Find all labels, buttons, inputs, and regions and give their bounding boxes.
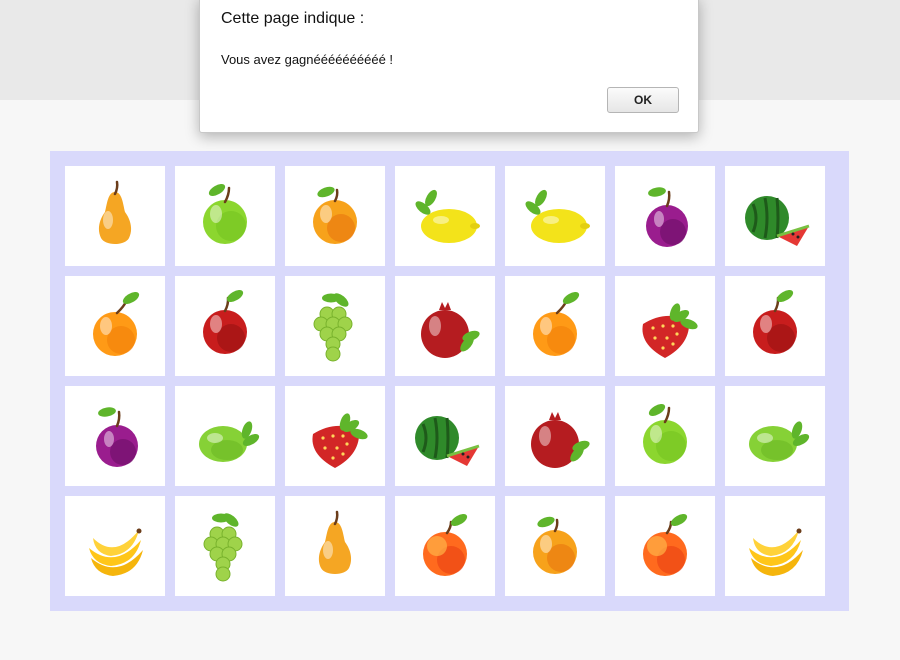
- green-apple-icon: [625, 394, 705, 479]
- apricot-icon: [515, 504, 595, 589]
- banana-icon: [75, 504, 155, 589]
- green-apple-icon: [185, 174, 265, 259]
- game-card[interactable]: [65, 496, 165, 596]
- game-card[interactable]: [395, 386, 495, 486]
- watermelon-icon: [735, 174, 815, 259]
- dialog-message: Vous avez gagnéééééééééé !: [221, 52, 394, 67]
- peach-icon: [625, 504, 705, 589]
- lemon-icon: [515, 174, 595, 259]
- game-card[interactable]: [175, 276, 275, 376]
- red-apple-icon: [185, 284, 265, 369]
- game-card[interactable]: [505, 496, 605, 596]
- game-card[interactable]: [725, 386, 825, 486]
- game-card[interactable]: [725, 276, 825, 376]
- ok-button[interactable]: OK: [607, 87, 679, 113]
- orange-icon: [515, 284, 595, 369]
- banana-icon: [735, 504, 815, 589]
- game-card[interactable]: [65, 276, 165, 376]
- game-card[interactable]: [285, 276, 385, 376]
- orange-icon: [75, 284, 155, 369]
- alert-dialog: Cette page indique : Vous avez gagnééééé…: [199, 0, 699, 133]
- pomegranate-icon: [405, 284, 485, 369]
- game-card[interactable]: [175, 166, 275, 266]
- game-card[interactable]: [285, 496, 385, 596]
- lime-icon: [185, 394, 265, 479]
- game-card[interactable]: [615, 166, 715, 266]
- game-card[interactable]: [615, 496, 715, 596]
- strawberry-icon: [295, 394, 375, 479]
- plum-icon: [75, 394, 155, 479]
- watermelon-icon: [405, 394, 485, 479]
- game-card[interactable]: [505, 166, 605, 266]
- game-card[interactable]: [285, 166, 385, 266]
- game-card[interactable]: [725, 166, 825, 266]
- peach-icon: [405, 504, 485, 589]
- grapes-icon: [185, 504, 265, 589]
- apricot-icon: [295, 174, 375, 259]
- plum-icon: [625, 174, 705, 259]
- pear-icon: [75, 174, 155, 259]
- game-card[interactable]: [395, 166, 495, 266]
- lemon-icon: [405, 174, 485, 259]
- game-card[interactable]: [725, 496, 825, 596]
- game-card[interactable]: [175, 386, 275, 486]
- game-card[interactable]: [615, 386, 715, 486]
- game-card[interactable]: [395, 276, 495, 376]
- lime-icon: [735, 394, 815, 479]
- red-apple-icon: [735, 284, 815, 369]
- strawberry-icon: [625, 284, 705, 369]
- pomegranate-icon: [515, 394, 595, 479]
- game-card[interactable]: [615, 276, 715, 376]
- memory-game-board: [50, 151, 849, 611]
- game-card[interactable]: [175, 496, 275, 596]
- grapes-icon: [295, 284, 375, 369]
- game-card[interactable]: [505, 386, 605, 486]
- game-card[interactable]: [505, 276, 605, 376]
- pear-icon: [295, 504, 375, 589]
- game-card[interactable]: [65, 166, 165, 266]
- game-card[interactable]: [285, 386, 385, 486]
- game-card[interactable]: [65, 386, 165, 486]
- game-card[interactable]: [395, 496, 495, 596]
- dialog-title: Cette page indique :: [221, 10, 365, 27]
